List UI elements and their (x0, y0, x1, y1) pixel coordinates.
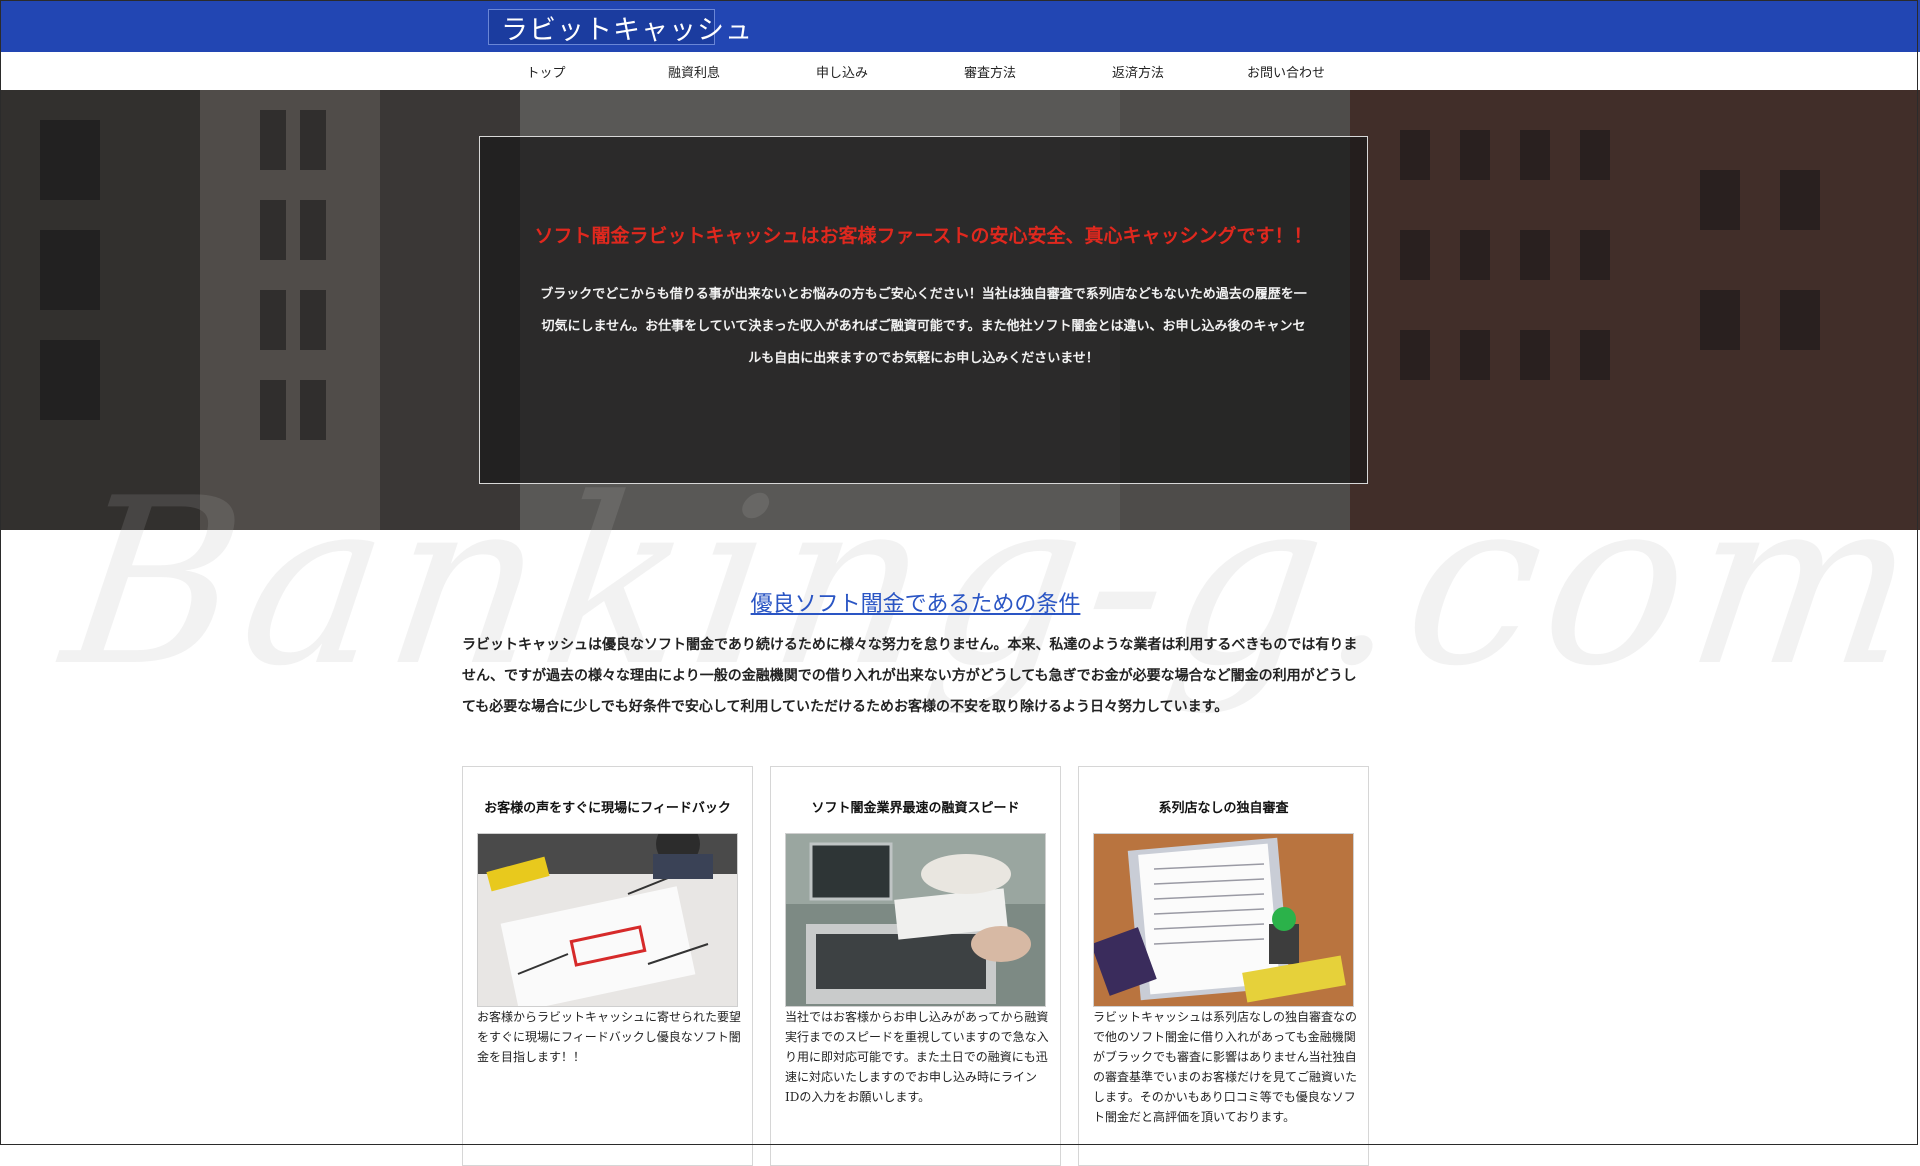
logo-text: ラビットキャッシュ (501, 14, 753, 46)
nav-item-interest[interactable]: 融資利息 (624, 52, 764, 90)
hero-text: ブラックでどこからも借りる事が出来ないとお悩みの方もご安心ください！当社は独自審… (540, 287, 1307, 366)
laptop-photo (785, 833, 1046, 1007)
team-meeting-photo (477, 833, 738, 1007)
site-logo[interactable]: ラビットキャッシュ (488, 9, 752, 46)
card-text: ラビットキャッシュは系列店なしの独自審査なので他のソフト闇金に借り入れがあっても… (1093, 1010, 1358, 1124)
nav-item-apply[interactable]: 申し込み (772, 52, 912, 90)
feature-card-screening: 系列店なしの独自審査 ラビットキャッシュは系列店なしの独自審査なので他のソフト闇… (1078, 766, 1369, 1166)
card-title: お客様の声をすぐに現場にフィードバック (484, 801, 731, 816)
hero-banner: ソフト闇金ラビットキャッシュはお客様ファーストの安心安全、真心キャッシングです！… (0, 90, 1920, 530)
nav-item-repayment[interactable]: 返済方法 (1068, 52, 1208, 90)
main-nav: トップ 融資利息 申し込み 審査方法 返済方法 お問い合わせ (0, 52, 1920, 91)
hero-message-box: ソフト闇金ラビットキャッシュはお客様ファーストの安心安全、真心キャッシングです！… (479, 136, 1368, 484)
card-title: ソフト闇金業界最速の融資スピード (811, 801, 1020, 816)
intro-paragraph: ラビットキャッシュは優良なソフト闇金であり続けるために様々な努力を怠りません。本… (462, 637, 1358, 715)
hero-title: ソフト闇金ラビットキャッシュはお客様ファーストの安心安全、真心キャッシングです！… (534, 225, 1313, 247)
card-text: お客様からラビットキャッシュに寄せられた要望をすぐに現場にフィードバックし優良な… (477, 1010, 742, 1064)
nav-item-contact[interactable]: お問い合わせ (1216, 52, 1356, 90)
nav-item-screening[interactable]: 審査方法 (920, 52, 1060, 90)
card-title: 系列店なしの独自審査 (1158, 801, 1289, 816)
feature-card-feedback: お客様の声をすぐに現場にフィードバック お客様からラビットキャッシュに寄せられた… (462, 766, 753, 1166)
section-title-link[interactable]: 優良ソフト闇金であるための条件 (0, 586, 1831, 618)
card-text: 当社ではお客様からお申し込みがあってから融資実行までのスピードを重視していますの… (785, 1010, 1049, 1104)
clipboard-stamp-photo (1093, 833, 1354, 1007)
nav-item-top[interactable]: トップ (476, 52, 616, 90)
header-bar: ラビットキャッシュ (0, 0, 1920, 53)
feature-card-speed: ソフト闇金業界最速の融資スピード 当社ではお客様からお申し込みがあってから融資実… (770, 766, 1061, 1166)
